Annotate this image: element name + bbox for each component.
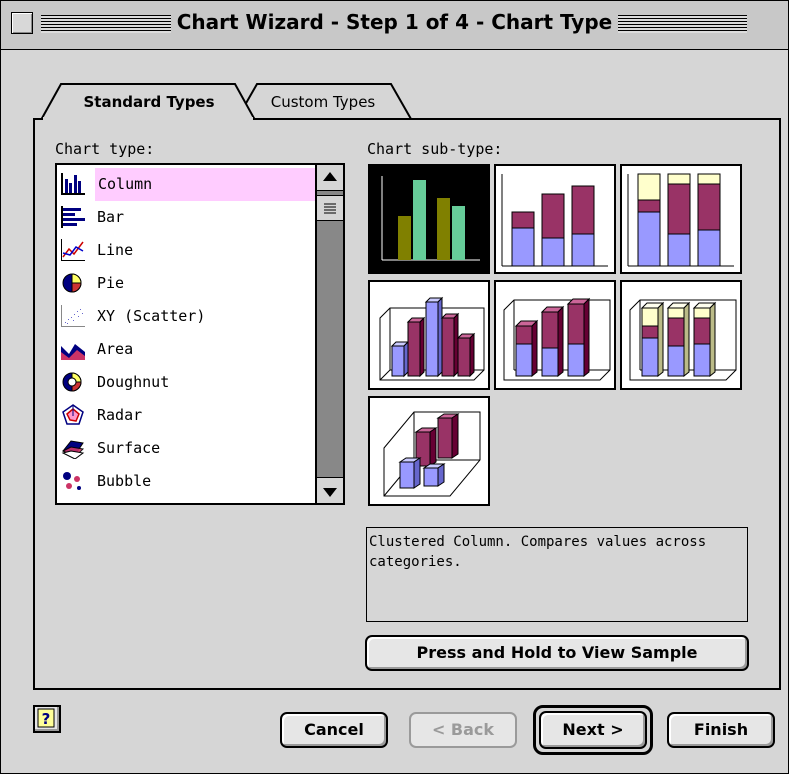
- list-item-line[interactable]: Line: [57, 234, 315, 267]
- subtype-stacked-column[interactable]: [494, 164, 616, 274]
- tab-standard-types-label: Standard Types: [83, 93, 215, 111]
- help-button[interactable]: ?: [33, 705, 61, 733]
- scroll-down-arrow-icon[interactable]: [317, 477, 343, 503]
- chart-type-label: Chart type:: [55, 140, 155, 158]
- bar-chart-icon: [61, 206, 85, 228]
- scroll-thumb[interactable]: [317, 195, 343, 221]
- list-item-scatter[interactable]: XY (Scatter): [57, 300, 315, 333]
- finish-button[interactable]: Finish: [667, 712, 775, 748]
- view-sample-button[interactable]: Press and Hold to View Sample: [365, 635, 749, 671]
- list-scrollbar[interactable]: [315, 165, 343, 503]
- list-item-bar[interactable]: Bar: [57, 201, 315, 234]
- list-item-bubble[interactable]: Bubble: [57, 465, 315, 498]
- list-item-label: Area: [97, 340, 134, 358]
- list-item-surface[interactable]: Surface: [57, 432, 315, 465]
- column-chart-icon: [61, 173, 85, 195]
- line-chart-icon: [61, 239, 85, 261]
- chart-subtype-grid: [366, 162, 746, 512]
- back-button[interactable]: < Back: [409, 712, 517, 748]
- subtype-3d-clustered-column[interactable]: [368, 280, 490, 390]
- bubble-chart-icon: [63, 472, 81, 490]
- pie-chart-icon: [62, 273, 82, 293]
- list-item-radar[interactable]: Radar: [57, 399, 315, 432]
- help-icon: ?: [37, 708, 55, 728]
- cancel-button[interactable]: Cancel: [280, 712, 388, 748]
- list-item-doughnut[interactable]: Doughnut: [57, 366, 315, 399]
- list-item-label: Bubble: [97, 472, 152, 490]
- scatter-chart-icon: [61, 305, 85, 327]
- chart-subtype-label: Chart sub-type:: [367, 140, 503, 158]
- list-item-label: Pie: [97, 274, 125, 292]
- next-button[interactable]: Next >: [539, 711, 647, 749]
- list-item-label: Column: [95, 168, 315, 201]
- list-item-label: Line: [97, 241, 134, 259]
- svg-text:?: ?: [42, 710, 51, 728]
- list-item-label: XY (Scatter): [97, 307, 206, 325]
- scroll-up-arrow-icon[interactable]: [317, 165, 343, 191]
- list-item-label: Surface: [97, 439, 161, 457]
- list-item-area[interactable]: Area: [57, 333, 315, 366]
- list-item-label: Radar: [97, 406, 143, 424]
- tab-custom-types[interactable]: Custom Types: [233, 83, 413, 120]
- tab-standard-types[interactable]: Standard Types: [39, 83, 259, 121]
- subtype-3d-stacked-column[interactable]: [494, 280, 616, 390]
- subtype-3d-column[interactable]: [368, 396, 490, 506]
- subtype-description: Clustered Column. Compares values across…: [366, 527, 748, 622]
- subtype-clustered-column[interactable]: [368, 164, 490, 274]
- list-item-column[interactable]: Column: [57, 168, 315, 201]
- list-item-label: Bar: [97, 208, 125, 226]
- chart-type-list[interactable]: Column Bar Line Pie XY (Scatter) Area Do…: [55, 163, 345, 505]
- area-chart-icon: [61, 344, 85, 360]
- list-item-pie[interactable]: Pie: [57, 267, 315, 300]
- subtype-100-stacked-column[interactable]: [620, 164, 742, 274]
- radar-chart-icon: [62, 404, 84, 425]
- tab-custom-types-label: Custom Types: [270, 93, 376, 111]
- chart-wizard-window: Chart Wizard - Step 1 of 4 - Chart Type …: [0, 0, 789, 774]
- tab-join: [43, 117, 253, 120]
- subtype-3d-100-stacked-column[interactable]: [620, 280, 742, 390]
- surface-chart-icon: [61, 440, 85, 459]
- doughnut-chart-icon: [62, 372, 82, 392]
- window-title: Chart Wizard - Step 1 of 4 - Chart Type: [1, 10, 788, 34]
- list-item-label: Doughnut: [97, 373, 170, 391]
- title-bar[interactable]: Chart Wizard - Step 1 of 4 - Chart Type: [1, 1, 788, 50]
